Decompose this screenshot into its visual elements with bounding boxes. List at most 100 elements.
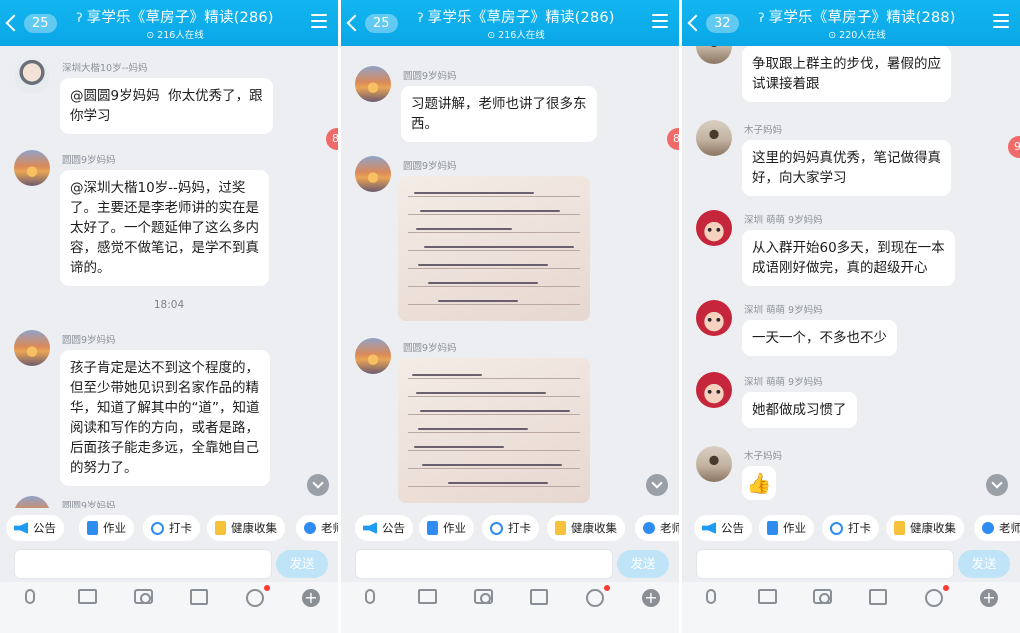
chat-header: 32 ʔ 享学乐《草房子》精读(288) ⊙ 220人在线 bbox=[682, 0, 1020, 46]
message-bubble[interactable]: 孩子肯定是达不到这个程度的， 但至少带她见识到名家作品的精 华，知道了解其中的“… bbox=[60, 350, 270, 486]
online-count: ⊙ 216人在线 bbox=[487, 30, 545, 41]
side-unread-badge[interactable]: 8 bbox=[326, 128, 338, 150]
toolbar-checkin[interactable]: 打卡 bbox=[482, 515, 539, 541]
chevron-left-icon bbox=[346, 14, 364, 32]
message-bubble[interactable]: 这里的妈妈真优秀，笔记做得真 好，向大家学习 bbox=[742, 140, 951, 196]
avatar[interactable] bbox=[696, 300, 732, 336]
red-envelope-icon[interactable] bbox=[869, 589, 887, 605]
red-envelope-icon[interactable] bbox=[190, 589, 208, 605]
notebook-photo[interactable] bbox=[398, 176, 590, 321]
notebook-photo[interactable] bbox=[398, 358, 590, 503]
side-unread-badge[interactable]: 9 bbox=[1008, 136, 1020, 158]
sender-name: 圆圆9岁妈妈 bbox=[403, 343, 457, 354]
back-button[interactable]: 32 bbox=[687, 9, 739, 37]
avatar[interactable] bbox=[14, 496, 50, 508]
scroll-down-icon[interactable] bbox=[646, 474, 668, 496]
red-envelope-icon[interactable] bbox=[530, 589, 548, 605]
send-button[interactable]: 发送 bbox=[958, 550, 1010, 578]
toolbar-checkin[interactable]: 打卡 bbox=[143, 515, 200, 541]
toolbar-announcement[interactable]: 公告 bbox=[694, 515, 752, 541]
message-list[interactable]: 争取跟上群主的步伐，暑假的应 试课接着跟 木子妈妈 这里的妈妈真优秀，笔记做得真… bbox=[682, 46, 1020, 508]
message-bubble[interactable]: 习题讲解，老师也讲了很多东 西。 bbox=[401, 86, 597, 142]
thumbs-up-emoji[interactable]: 👍 bbox=[742, 466, 776, 500]
image-icon[interactable] bbox=[758, 589, 777, 604]
toolbar-checkin[interactable]: 打卡 bbox=[822, 515, 879, 541]
message-list[interactable]: 深圳大楷10岁--妈妈 @圆圆9岁妈妈 你太优秀了，跟 你学习 圆圆9岁妈妈 @… bbox=[0, 46, 338, 508]
avatar[interactable] bbox=[696, 120, 732, 156]
avatar[interactable] bbox=[355, 156, 391, 192]
toolbar-teacher[interactable]: 老师 bbox=[974, 515, 1020, 541]
send-button[interactable]: 发送 bbox=[617, 550, 669, 578]
message-bubble[interactable]: 争取跟上群主的步伐，暑假的应 试课接着跟 bbox=[742, 46, 951, 102]
toolbar-homework[interactable]: 作业 bbox=[79, 515, 134, 541]
back-button[interactable]: 25 bbox=[346, 9, 398, 37]
message-bubble[interactable]: 她都做成习惯了 bbox=[742, 392, 857, 428]
scroll-down-icon[interactable] bbox=[307, 474, 329, 496]
image-icon[interactable] bbox=[418, 589, 437, 604]
image-icon[interactable] bbox=[78, 589, 97, 604]
plus-icon[interactable]: + bbox=[642, 589, 660, 607]
check-circle-icon bbox=[151, 521, 164, 535]
message-input[interactable] bbox=[696, 549, 954, 579]
chat-header: 25 ʔ 享学乐《草房子》精读(286) ⊙ 216人在线 bbox=[341, 0, 679, 46]
message-list[interactable]: 圆圆9岁妈妈 习题讲解，老师也讲了很多东 西。 圆圆9岁妈妈 圆圆9岁妈妈 8 bbox=[341, 46, 679, 508]
teacher-icon bbox=[304, 522, 316, 534]
microphone-icon[interactable] bbox=[706, 589, 716, 604]
camera-icon[interactable] bbox=[474, 589, 493, 604]
avatar[interactable] bbox=[355, 66, 391, 102]
avatar[interactable] bbox=[14, 150, 50, 186]
hamburger-menu-icon[interactable] bbox=[652, 14, 668, 28]
hamburger-menu-icon[interactable] bbox=[311, 14, 327, 28]
send-button[interactable]: 发送 bbox=[276, 550, 328, 578]
avatar[interactable] bbox=[14, 58, 50, 94]
message-bubble[interactable]: 一天一个，不多也不少 bbox=[742, 320, 897, 356]
plus-icon[interactable]: + bbox=[980, 589, 998, 607]
emoji-icon[interactable] bbox=[925, 589, 943, 607]
emoji-icon[interactable] bbox=[246, 589, 264, 607]
ear-icon: ʔ bbox=[417, 11, 424, 25]
toolbar-announcement[interactable]: 公告 bbox=[6, 515, 64, 541]
online-count-text: 220人在线 bbox=[839, 30, 886, 41]
bottom-actions: + bbox=[341, 582, 679, 633]
avatar[interactable] bbox=[355, 338, 391, 374]
message-bubble[interactable]: 从入群开始60多天，到现在一本 成语刚好做完，真的超级开心 bbox=[742, 230, 955, 286]
camera-icon[interactable] bbox=[134, 589, 153, 604]
sender-name: 圆圆9岁妈妈 bbox=[62, 155, 116, 166]
message-bubble[interactable]: @圆圆9岁妈妈 你太优秀了，跟 你学习 bbox=[60, 78, 273, 134]
toolbar-homework[interactable]: 作业 bbox=[759, 515, 814, 541]
avatar[interactable] bbox=[696, 446, 732, 482]
plus-icon[interactable]: + bbox=[302, 589, 320, 607]
side-unread-badge[interactable]: 8 bbox=[667, 128, 679, 150]
avatar[interactable] bbox=[696, 372, 732, 408]
megaphone-icon bbox=[363, 522, 377, 534]
group-toolbar: 公告 作业 打卡 健康收集 老师 bbox=[341, 512, 679, 544]
avatar[interactable] bbox=[696, 210, 732, 246]
toolbar-health[interactable]: 健康收集 bbox=[207, 515, 285, 541]
check-circle-icon bbox=[830, 521, 843, 535]
group-toolbar: 公告 作业 打卡 健康收集 老师 bbox=[682, 512, 1020, 544]
chat-panel-2: 25 ʔ 享学乐《草房子》精读(286) ⊙ 216人在线 圆圆9岁妈妈 习题讲解… bbox=[341, 0, 679, 633]
toolbar-health[interactable]: 健康收集 bbox=[886, 515, 964, 541]
microphone-icon[interactable] bbox=[25, 589, 35, 604]
check-circle-icon bbox=[490, 521, 503, 535]
online-count: ⊙ 216人在线 bbox=[146, 30, 204, 41]
toolbar-health[interactable]: 健康收集 bbox=[547, 515, 625, 541]
sender-name: 木子妈妈 bbox=[744, 125, 783, 136]
toolbar-homework[interactable]: 作业 bbox=[419, 515, 474, 541]
message-input[interactable] bbox=[14, 549, 272, 579]
emoji-icon[interactable] bbox=[586, 589, 604, 607]
scroll-down-icon[interactable] bbox=[986, 474, 1008, 496]
sender-name: 木子妈妈 bbox=[744, 451, 783, 462]
camera-icon[interactable] bbox=[813, 589, 832, 604]
toolbar-teacher[interactable]: 老师 bbox=[296, 515, 338, 541]
microphone-icon[interactable] bbox=[365, 589, 375, 604]
message-input[interactable] bbox=[355, 549, 613, 579]
avatar[interactable] bbox=[14, 330, 50, 366]
message-bubble[interactable]: @深圳大楷10岁--妈妈，过奖 了。主要还是李老师讲的实在是 太好了。一个题延伸… bbox=[60, 170, 269, 286]
toolbar-teacher[interactable]: 老师 bbox=[635, 515, 679, 541]
avatar[interactable] bbox=[696, 46, 732, 64]
back-button[interactable]: 25 bbox=[5, 9, 57, 37]
toolbar-label: 公告 bbox=[382, 521, 405, 535]
toolbar-announcement[interactable]: 公告 bbox=[355, 515, 413, 541]
hamburger-menu-icon[interactable] bbox=[993, 14, 1009, 28]
